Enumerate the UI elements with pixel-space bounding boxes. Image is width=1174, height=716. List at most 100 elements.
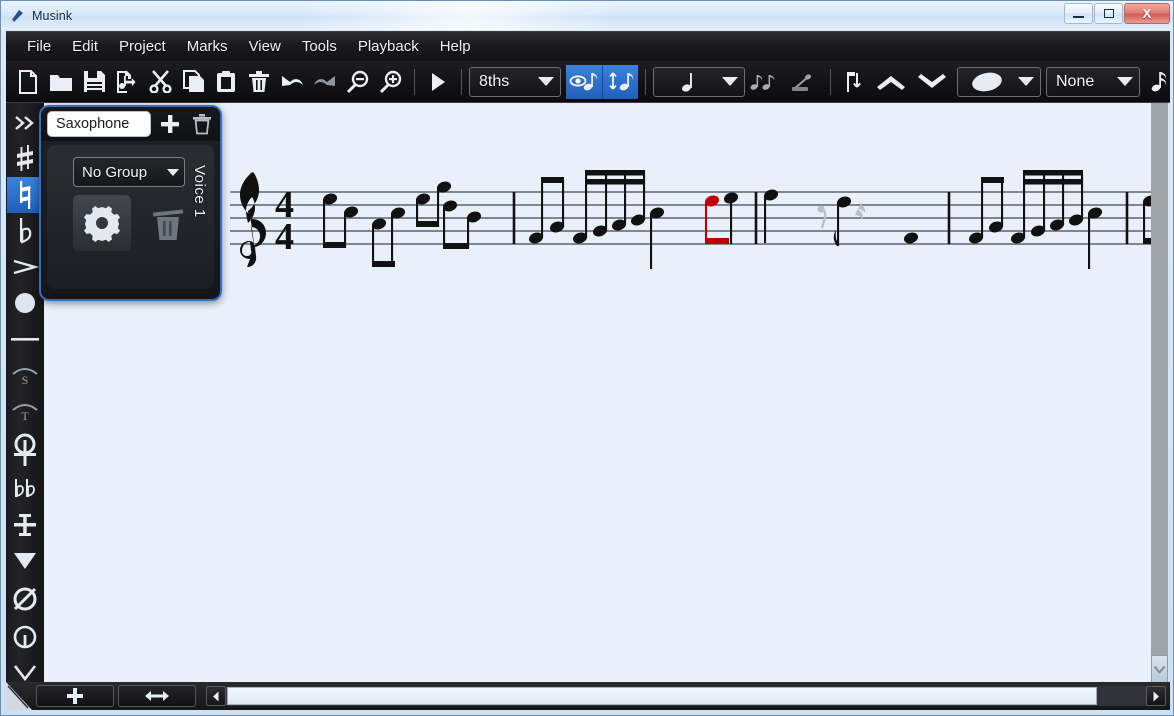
measure-4-notes xyxy=(968,170,1158,269)
window-controls: X xyxy=(1063,3,1170,24)
zoom-out-icon[interactable] xyxy=(342,65,374,99)
menu-view[interactable]: View xyxy=(240,36,290,57)
hscroll-track[interactable] xyxy=(226,686,1146,706)
sidebar-tool-segno[interactable] xyxy=(7,507,43,543)
sidebar-tool-phi[interactable] xyxy=(7,579,43,619)
main-toolbar: 8ths None xyxy=(6,61,1170,103)
hscroll-thumb[interactable] xyxy=(227,687,1097,705)
sidebar-tool-accent[interactable] xyxy=(7,249,43,285)
bottom-bar xyxy=(6,682,1170,710)
oval-notehead-icon xyxy=(967,70,1010,94)
instrument-group-value: No Group xyxy=(82,163,148,181)
delete-trash-icon[interactable] xyxy=(243,65,275,99)
scroll-down-button[interactable] xyxy=(1151,655,1168,683)
sidebar-tool-double-flat[interactable] xyxy=(7,471,43,507)
instrument-group-combo[interactable]: No Group xyxy=(73,157,185,187)
remove-voice-button[interactable] xyxy=(139,195,197,251)
instrument-panel-body: No Group Voice 1 xyxy=(47,145,214,289)
menu-help[interactable]: Help xyxy=(431,36,480,57)
vertical-scrollbar[interactable] xyxy=(1151,103,1168,683)
instrument-name-field[interactable]: Saxophone xyxy=(47,111,151,137)
trash-icon xyxy=(152,209,184,240)
move-notes-toggle[interactable] xyxy=(602,64,638,99)
scroll-right-arrow[interactable] xyxy=(1146,686,1166,706)
paste-clipboard-icon[interactable] xyxy=(210,65,242,99)
minimize-button[interactable] xyxy=(1064,3,1093,24)
window-title: Musink xyxy=(32,8,73,23)
sidebar-tool-down-bow[interactable] xyxy=(7,543,43,579)
undo-arrow-icon[interactable] xyxy=(276,65,308,99)
menu-bar: File Edit Project Marks View Tools Playb… xyxy=(6,31,1170,61)
menu-playback[interactable]: Playback xyxy=(349,36,428,57)
move-up-icon[interactable] xyxy=(871,65,911,99)
svg-text:T: T xyxy=(21,409,29,423)
sidebar-tool-tenuto[interactable] xyxy=(7,321,43,357)
toolbar-separator-3 xyxy=(645,68,646,95)
sidebar-tool-tie[interactable]: T xyxy=(7,393,43,429)
measure-2-notes xyxy=(528,170,665,269)
menu-tools[interactable]: Tools xyxy=(293,36,346,57)
eighth-rest-ghost xyxy=(817,205,827,229)
grace-notes-icon[interactable] xyxy=(746,65,784,99)
measure-3-notes xyxy=(763,189,919,246)
close-button[interactable]: X xyxy=(1124,3,1170,24)
note-mode-toggle-group xyxy=(566,64,638,99)
accidental-combo[interactable]: None xyxy=(1046,66,1140,97)
menu-project[interactable]: Project xyxy=(110,36,175,57)
menu-file[interactable]: File xyxy=(18,36,60,57)
menu-edit[interactable]: Edit xyxy=(63,36,107,57)
voice-label: Voice 1 xyxy=(191,165,208,218)
instrument-panel-header: Saxophone xyxy=(41,107,220,141)
gear-icon xyxy=(84,206,120,242)
plus-icon xyxy=(67,688,83,704)
svg-text:S: S xyxy=(22,373,29,387)
export-music-icon[interactable] xyxy=(111,65,143,99)
time-signature: 4 4 xyxy=(275,184,294,258)
redo-arrow-icon[interactable] xyxy=(309,65,341,99)
sidebar-tool-notehead[interactable] xyxy=(7,285,43,321)
new-document-icon[interactable] xyxy=(12,65,44,99)
move-down-icon[interactable] xyxy=(912,65,952,99)
show-notes-toggle[interactable] xyxy=(566,64,602,99)
maximize-button[interactable] xyxy=(1094,3,1123,24)
time-denominator: 4 xyxy=(275,216,294,258)
left-right-arrow-icon xyxy=(145,691,169,701)
resize-staff-button[interactable] xyxy=(118,685,196,707)
measure-1-notes xyxy=(322,181,482,267)
title-bar: Musink X xyxy=(1,1,1173,30)
chevron-down-icon xyxy=(538,77,554,86)
cut-scissors-icon[interactable] xyxy=(144,65,176,99)
open-folder-icon[interactable] xyxy=(45,65,77,99)
chevron-down-icon xyxy=(722,77,738,86)
toolbar-separator-4 xyxy=(830,68,831,95)
grid-resolution-combo[interactable]: 8ths xyxy=(469,66,561,97)
note-duration-combo[interactable] xyxy=(653,66,745,97)
sidebar-tool-chevrons[interactable] xyxy=(7,105,43,141)
musink-window: Musink X File Edit Project Marks View To… xyxy=(0,0,1174,716)
copy-icon[interactable] xyxy=(177,65,209,99)
horizontal-scrollbar[interactable] xyxy=(206,685,1166,707)
notehead-combo[interactable] xyxy=(957,66,1041,97)
instrument-settings-button[interactable] xyxy=(73,195,131,251)
tuplet-note-icon[interactable] xyxy=(1145,65,1173,99)
toolbar-separator-1 xyxy=(414,68,415,95)
sidebar-tool-slur[interactable]: S xyxy=(7,357,43,393)
sidebar-tool-natural[interactable] xyxy=(7,177,43,213)
zoom-in-icon[interactable] xyxy=(375,65,407,99)
sidebar-tool-flat[interactable] xyxy=(7,213,43,249)
stem-direction-icon[interactable] xyxy=(838,65,870,99)
add-instrument-button[interactable] xyxy=(157,111,183,137)
sidebar-tool-harmonic[interactable] xyxy=(7,619,43,655)
resize-grip xyxy=(6,682,32,710)
chevron-down-icon xyxy=(1018,77,1034,86)
play-icon[interactable] xyxy=(422,65,454,99)
instrument-panel: Saxophone No Group Voice 1 xyxy=(39,105,222,301)
sidebar-tool-sharp[interactable] xyxy=(7,141,43,177)
save-floppy-icon[interactable] xyxy=(78,65,110,99)
menu-marks[interactable]: Marks xyxy=(178,36,237,57)
add-staff-button[interactable] xyxy=(36,685,114,707)
delete-instrument-button[interactable] xyxy=(189,111,215,137)
slash-notation-icon[interactable] xyxy=(785,65,823,99)
scroll-left-arrow[interactable] xyxy=(206,686,226,706)
sidebar-tool-coda[interactable] xyxy=(7,429,43,471)
